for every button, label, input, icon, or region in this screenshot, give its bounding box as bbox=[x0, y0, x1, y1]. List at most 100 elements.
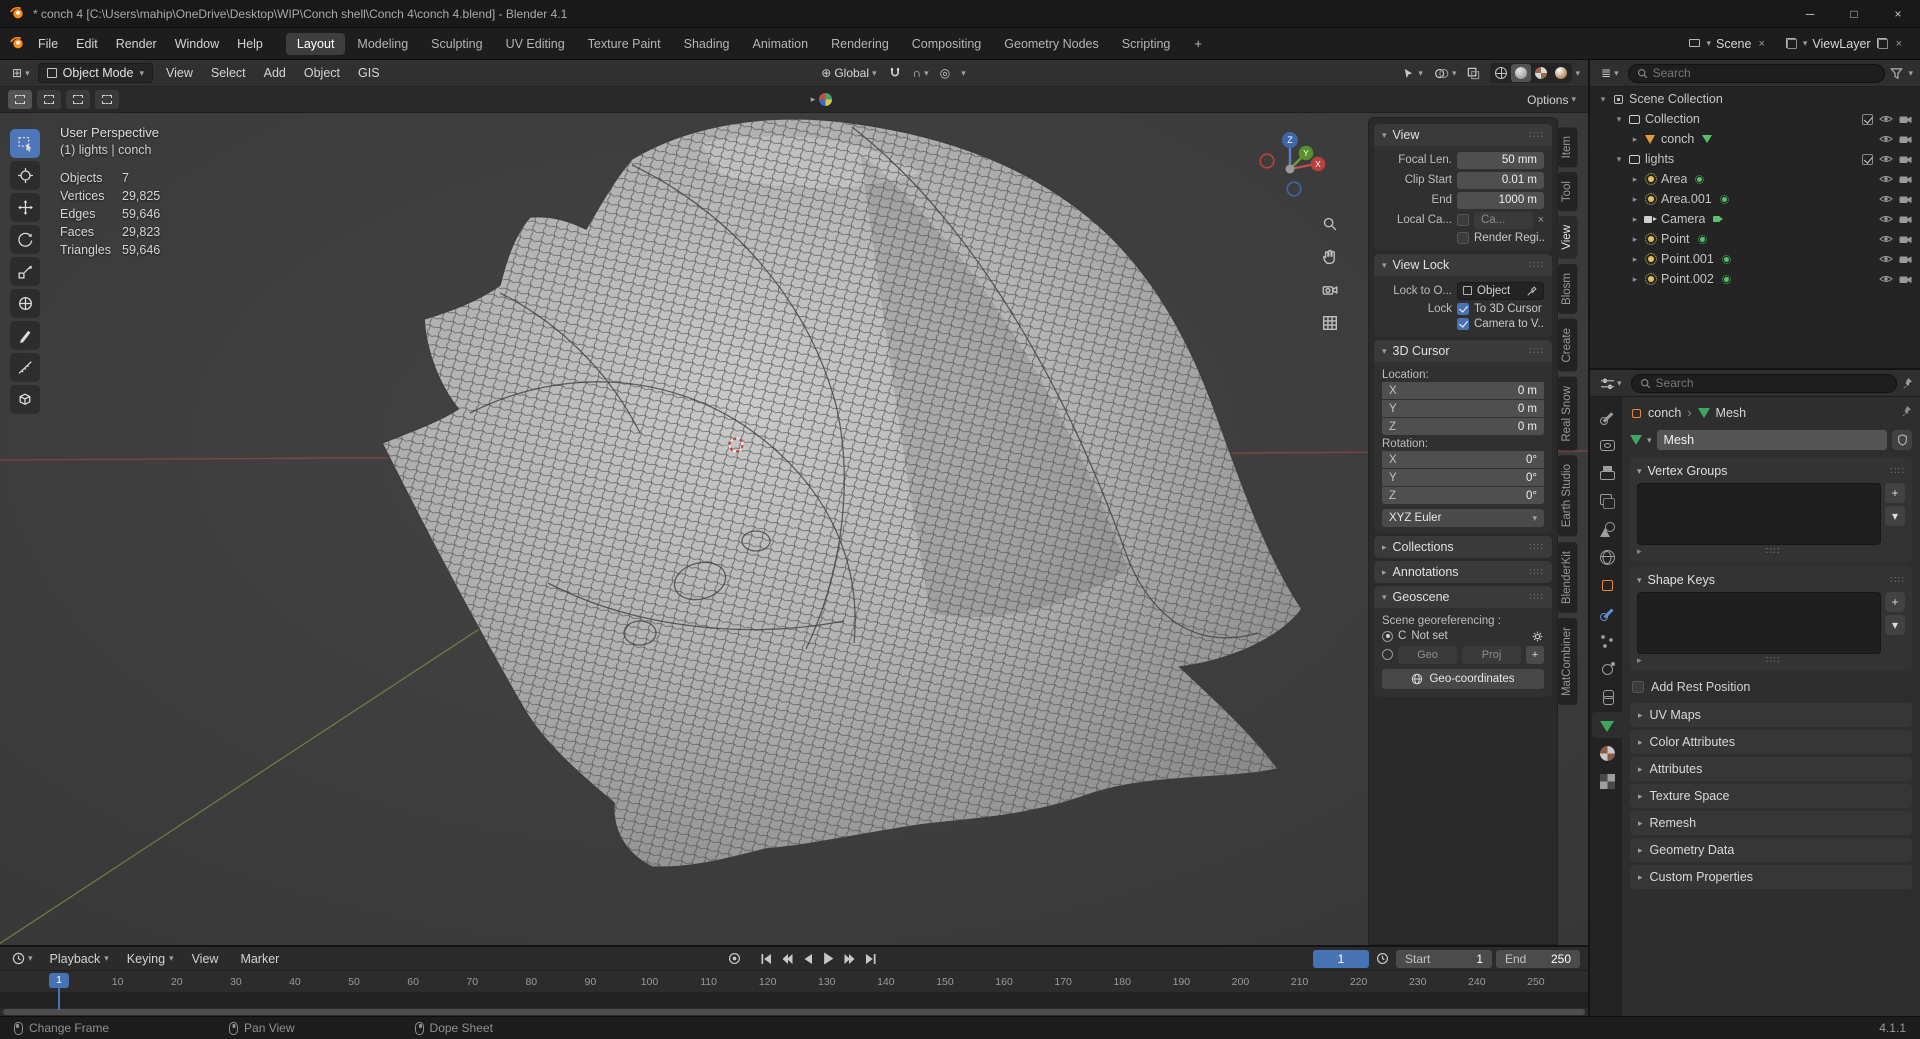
render-visibility-icon[interactable] bbox=[1899, 274, 1912, 284]
local-camera-field[interactable]: Ca... bbox=[1474, 212, 1533, 229]
current-frame-field[interactable]: 1 bbox=[1313, 950, 1369, 968]
search-input[interactable] bbox=[1653, 66, 1877, 80]
properties-section-header[interactable]: ▸ Custom Properties bbox=[1630, 865, 1912, 889]
proj-button[interactable]: Proj bbox=[1462, 646, 1521, 664]
snap-toggle[interactable] bbox=[884, 64, 906, 82]
n-panel-tab[interactable]: Item bbox=[1558, 127, 1578, 167]
hide-eye-icon[interactable] bbox=[1879, 214, 1893, 224]
outliner-search[interactable] bbox=[1628, 64, 1886, 83]
shading-rendered-button[interactable] bbox=[1551, 64, 1571, 82]
workspace-tab[interactable]: Animation bbox=[742, 33, 820, 55]
close-button[interactable]: × bbox=[1876, 0, 1920, 27]
add-shape-key-button[interactable]: + bbox=[1885, 592, 1905, 612]
shape-keys-list[interactable] bbox=[1637, 592, 1881, 654]
play-reverse-button[interactable] bbox=[798, 950, 817, 967]
minimize-button[interactable]: ─ bbox=[1788, 0, 1832, 27]
orthographic-toggle-icon[interactable] bbox=[1319, 312, 1341, 334]
vertex-groups-header[interactable]: ▾ Vertex Groups ∷∷ bbox=[1637, 461, 1905, 481]
render-visibility-icon[interactable] bbox=[1899, 234, 1912, 244]
outliner-editor-selector[interactable]: ≣ ▾ bbox=[1597, 65, 1623, 81]
cursor-location-field[interactable]: Y0 m bbox=[1382, 400, 1544, 417]
n-panel-tab[interactable]: Tool bbox=[1558, 172, 1578, 211]
scene-selector[interactable]: ▾ Scene × bbox=[1682, 35, 1772, 53]
outliner-row[interactable]: ▸ Point.001 bbox=[1590, 249, 1920, 269]
outliner-row[interactable]: ▸ Area.001 bbox=[1590, 189, 1920, 209]
properties-section-header[interactable]: ▸ Remesh bbox=[1630, 811, 1912, 835]
overlays-button[interactable]: ▾ bbox=[1430, 65, 1461, 82]
outliner-row[interactable]: ▸ Camera bbox=[1590, 209, 1920, 229]
timeline-menu-item[interactable]: Keying▾ bbox=[118, 949, 183, 969]
value-field[interactable]: 50 mm bbox=[1457, 152, 1544, 169]
properties-section-header[interactable]: ▸ Attributes bbox=[1630, 757, 1912, 781]
render-visibility-icon[interactable] bbox=[1899, 254, 1912, 264]
render-visibility-icon[interactable] bbox=[1899, 154, 1912, 164]
clear-icon[interactable]: × bbox=[1538, 214, 1544, 226]
properties-tab[interactable] bbox=[1592, 432, 1622, 458]
fake-user-shield-icon[interactable] bbox=[1892, 430, 1912, 450]
properties-tab[interactable] bbox=[1592, 656, 1622, 682]
workspace-tab[interactable]: Modeling bbox=[346, 33, 419, 55]
properties-tab[interactable] bbox=[1592, 740, 1622, 766]
datablock-name-field[interactable]: Mesh bbox=[1657, 430, 1887, 450]
n-panel-tab[interactable]: MatCombiner bbox=[1558, 618, 1578, 705]
viewport-canvas[interactable]: User Perspective (1) lights | conch Obje… bbox=[0, 113, 1588, 945]
add-workspace-button[interactable]: + bbox=[1187, 34, 1209, 53]
n-panel-tab[interactable]: Earth Studio bbox=[1558, 455, 1578, 536]
render-visibility-icon[interactable] bbox=[1899, 134, 1912, 144]
cursor-rotation-field[interactable]: X0° bbox=[1382, 451, 1544, 468]
new-viewlayer-icon[interactable] bbox=[1876, 37, 1889, 50]
menubar-item[interactable]: Render bbox=[107, 34, 166, 54]
properties-section-header[interactable]: ▸ Geometry Data bbox=[1630, 838, 1912, 862]
hide-eye-icon[interactable] bbox=[1879, 134, 1893, 144]
viewport-menu-item[interactable]: Add bbox=[255, 63, 295, 83]
list-resize-icon[interactable]: ∷∷ bbox=[1766, 546, 1781, 557]
timeline-menu-item[interactable]: Playback▾ bbox=[41, 949, 118, 969]
proportional-editing-toggle[interactable]: ◎ bbox=[936, 65, 954, 81]
shading-dropdown-icon[interactable]: ▾ bbox=[1575, 69, 1580, 78]
cursor-location-field[interactable]: X0 m bbox=[1382, 382, 1544, 399]
viewport-menu-item[interactable]: GIS bbox=[349, 63, 389, 83]
expand-icon[interactable]: ▸ bbox=[1630, 134, 1640, 145]
render-region-checkbox[interactable] bbox=[1457, 232, 1469, 244]
viewport-menu-item[interactable]: View bbox=[157, 63, 202, 83]
vertex-group-specials-button[interactable]: ▾ bbox=[1885, 506, 1905, 526]
render-visibility-icon[interactable] bbox=[1899, 174, 1912, 184]
geo-coordinates-button[interactable]: Geo-coordinates bbox=[1382, 669, 1544, 689]
hide-eye-icon[interactable] bbox=[1879, 274, 1893, 284]
properties-tab[interactable] bbox=[1592, 488, 1622, 514]
cursor-location-field[interactable]: Z0 m bbox=[1382, 418, 1544, 435]
lock-3d-cursor-checkbox[interactable] bbox=[1457, 303, 1469, 315]
expand-icon[interactable]: ▸ bbox=[1630, 254, 1640, 265]
geo-button[interactable]: Geo bbox=[1398, 646, 1457, 664]
hide-eye-icon[interactable] bbox=[1879, 154, 1893, 164]
search-input[interactable] bbox=[1656, 376, 1888, 390]
properties-editor-selector[interactable]: ▾ bbox=[1597, 376, 1626, 391]
maximize-button[interactable]: □ bbox=[1832, 0, 1876, 27]
pan-hand-icon[interactable] bbox=[1319, 246, 1341, 268]
transform-orientation-selector[interactable]: ⊕ Global ▾ bbox=[817, 64, 880, 82]
menubar-item[interactable]: Window bbox=[166, 34, 228, 54]
shading-material-button[interactable] bbox=[1531, 64, 1551, 82]
properties-section-header[interactable]: ▸ Texture Space bbox=[1630, 784, 1912, 808]
properties-section-header[interactable]: ▸ UV Maps bbox=[1630, 703, 1912, 727]
shading-wireframe-button[interactable] bbox=[1491, 64, 1511, 82]
add-primitive-tool[interactable] bbox=[10, 385, 40, 414]
vertex-groups-list[interactable] bbox=[1637, 483, 1881, 545]
list-resize-icon[interactable]: ∷∷ bbox=[1766, 655, 1781, 666]
breadcrumb-data[interactable]: Mesh bbox=[1716, 406, 1747, 420]
timeline-menu-item[interactable]: View bbox=[183, 949, 232, 969]
gis-expand-icon[interactable]: ▸ bbox=[811, 95, 816, 104]
auto-keying-button[interactable] bbox=[725, 950, 744, 967]
camera-view-icon[interactable] bbox=[1319, 279, 1341, 301]
playhead[interactable]: 1 bbox=[49, 973, 69, 988]
properties-tab[interactable] bbox=[1592, 460, 1622, 486]
proportional-falloff-selector[interactable]: ▾ bbox=[957, 67, 970, 80]
n-panel-tab[interactable]: Create bbox=[1558, 319, 1578, 372]
workspace-tab[interactable]: Rendering bbox=[820, 33, 900, 55]
view-lock-section-header[interactable]: ▾ View Lock ∷∷ bbox=[1374, 254, 1552, 276]
shape-key-specials-button[interactable]: ▾ bbox=[1885, 615, 1905, 635]
workspace-tab[interactable]: Compositing bbox=[901, 33, 992, 55]
render-visibility-icon[interactable] bbox=[1899, 114, 1912, 124]
local-camera-checkbox[interactable] bbox=[1457, 214, 1469, 226]
measure-tool[interactable] bbox=[10, 353, 40, 382]
